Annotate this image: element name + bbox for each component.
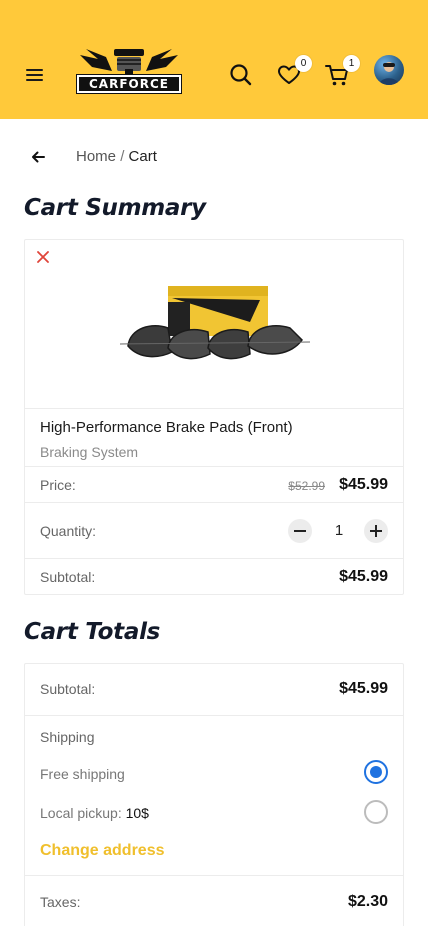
local-pickup-label: Local pickup: <box>40 805 122 821</box>
cart-icon[interactable]: 1 <box>324 55 360 88</box>
item-subtotal-row: Subtotal: $45.99 <box>25 558 403 594</box>
taxes-label: Taxes: <box>40 894 81 910</box>
local-pickup-radio[interactable] <box>364 800 388 824</box>
breadcrumb: Home / Cart <box>76 148 157 166</box>
menu-icon[interactable] <box>24 66 46 84</box>
shipping-label: Shipping <box>40 729 95 745</box>
breadcrumb-current: Cart <box>128 148 157 165</box>
increase-quantity-button[interactable] <box>364 519 388 543</box>
cart-item-card: High-Performance Brake Pads (Front) Brak… <box>24 239 404 595</box>
free-shipping-radio[interactable] <box>364 760 388 784</box>
top-header: CARFORCE 0 1 <box>0 0 428 119</box>
free-shipping-label[interactable]: Free shipping <box>40 766 125 782</box>
totals-subtotal-row: Subtotal: $45.99 <box>25 664 403 715</box>
cart-totals-card: Subtotal: $45.99 Shipping Free shipping … <box>24 663 404 926</box>
quantity-value: 1 <box>334 522 344 539</box>
wishlist-heart-icon[interactable]: 0 <box>276 55 312 88</box>
price-row: Price: $52.99 $45.99 <box>25 466 403 502</box>
decrease-quantity-button[interactable] <box>288 519 312 543</box>
brand-logo[interactable]: CARFORCE <box>72 45 186 101</box>
search-icon[interactable] <box>228 62 254 88</box>
totals-subtotal-label: Subtotal: <box>40 681 96 697</box>
product-name[interactable]: High-Performance Brake Pads (Front) <box>40 419 293 436</box>
wishlist-count-badge: 0 <box>295 55 312 72</box>
original-price: $52.99 <box>288 479 325 493</box>
shipping-section: Shipping Free shipping Local pickup: 10$… <box>25 715 403 875</box>
remove-item-close-icon[interactable] <box>36 250 50 264</box>
local-pickup-price: 10$ <box>125 805 149 821</box>
quantity-label: Quantity: <box>40 523 97 539</box>
back-arrow-icon[interactable] <box>30 149 46 165</box>
totals-subtotal-value: $45.99 <box>339 680 388 697</box>
item-subtotal-label: Subtotal: <box>40 569 96 585</box>
cart-totals-title: Cart Totals <box>24 619 161 645</box>
quantity-row: Quantity: 1 <box>25 502 403 558</box>
brand-name: CARFORCE <box>76 74 182 94</box>
product-image-brake-pads <box>120 286 310 360</box>
change-address-link[interactable]: Change address <box>40 842 164 860</box>
sale-price: $45.99 <box>339 476 388 493</box>
price-label: Price: <box>40 477 76 493</box>
taxes-value: $2.30 <box>347 893 388 910</box>
taxes-row: Taxes: $2.30 <box>25 875 403 926</box>
cart-count-badge: 1 <box>343 55 360 72</box>
item-subtotal-value: $45.99 <box>339 568 388 585</box>
breadcrumb-home-link[interactable]: Home <box>76 148 116 165</box>
user-avatar[interactable] <box>374 55 404 85</box>
product-category: Braking System <box>40 444 139 460</box>
breadcrumb-separator: / <box>120 148 125 165</box>
cart-summary-title: Cart Summary <box>24 195 206 221</box>
product-info-row: High-Performance Brake Pads (Front) Brak… <box>25 408 403 466</box>
local-pickup-option[interactable]: Local pickup: 10$ <box>40 805 149 821</box>
